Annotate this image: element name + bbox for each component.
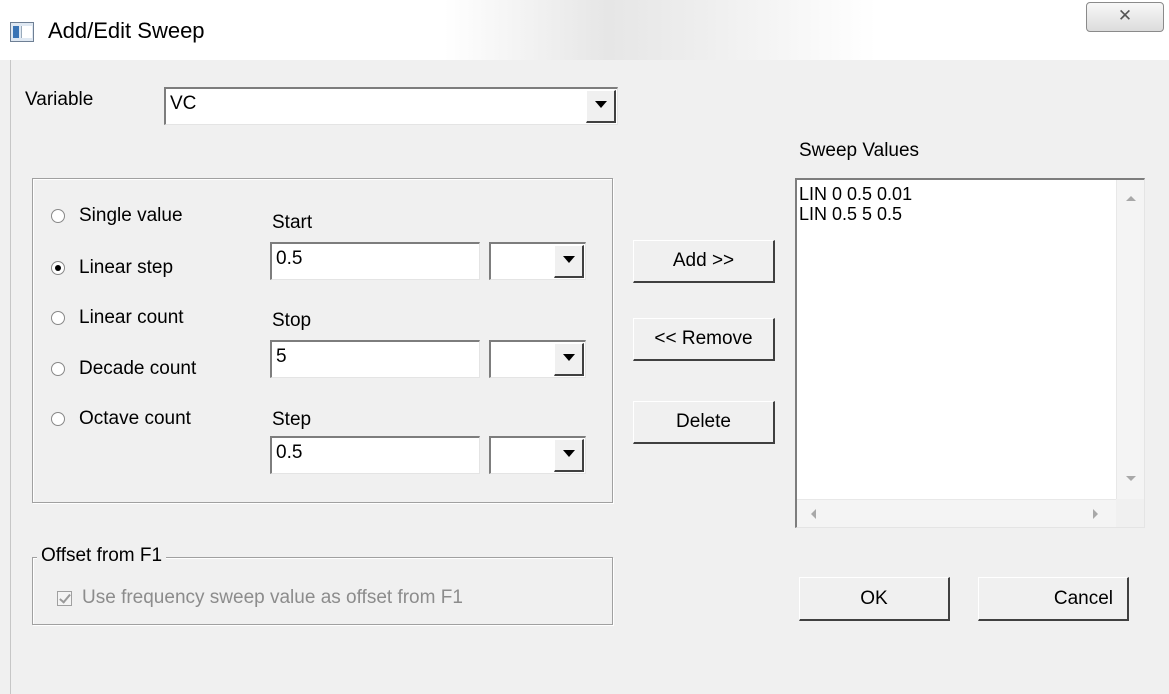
cancel-button[interactable]: Cancel — [978, 577, 1129, 621]
radio-single-value[interactable]: Single value — [51, 205, 183, 227]
radio-octave-count[interactable]: Octave count — [51, 408, 191, 430]
chevron-down-icon[interactable] — [554, 343, 584, 376]
list-item[interactable]: LIN 0 0.5 0.01 — [799, 184, 912, 204]
radio-label: Octave count — [79, 408, 191, 429]
radio-decade-count[interactable]: Decade count — [51, 358, 196, 380]
step-label: Step — [272, 409, 312, 430]
radio-linear-step[interactable]: Linear step — [51, 257, 173, 279]
start-input[interactable]: 0.5 — [270, 242, 480, 280]
radio-label: Decade count — [79, 358, 197, 379]
ok-button[interactable]: OK — [799, 577, 950, 621]
remove-button[interactable]: << Remove — [633, 318, 775, 361]
radio-label: Linear count — [79, 307, 184, 328]
stop-label: Stop — [272, 310, 312, 331]
scroll-corner — [1116, 499, 1144, 527]
sweep-values-label: Sweep Values — [799, 140, 920, 161]
chevron-down-icon[interactable] — [554, 439, 584, 472]
add-button[interactable]: Add >> — [633, 240, 775, 283]
delete-button[interactable]: Delete — [633, 401, 775, 444]
stop-unit-dropdown[interactable] — [489, 340, 586, 378]
title-bar: Add/Edit Sweep ✕ — [0, 0, 1169, 60]
window-title: Add/Edit Sweep — [48, 18, 205, 43]
radio-icon[interactable] — [51, 209, 65, 223]
stop-input[interactable]: 5 — [270, 340, 480, 378]
start-label: Start — [272, 212, 313, 233]
dialog-body: Variable VC Single value Linear step Lin… — [10, 60, 1169, 694]
checkbox-checked-icon[interactable] — [57, 590, 72, 606]
horizontal-scrollbar[interactable] — [797, 499, 1117, 527]
chevron-down-icon[interactable] — [586, 90, 616, 123]
scroll-right-icon[interactable] — [1093, 509, 1098, 519]
vertical-scrollbar[interactable] — [1116, 180, 1144, 500]
offset-group-label: Offset from F1 — [37, 545, 167, 567]
step-input[interactable]: 0.5 — [270, 436, 480, 474]
radio-icon[interactable] — [51, 311, 65, 325]
radio-linear-count[interactable]: Linear count — [51, 307, 184, 329]
radio-label: Linear step — [79, 257, 174, 278]
radio-selected-icon[interactable] — [51, 261, 65, 275]
radio-label: Single value — [79, 205, 183, 226]
offset-checkbox-label: Use frequency sweep value as offset from… — [82, 587, 463, 608]
start-unit-dropdown[interactable] — [489, 242, 586, 280]
scroll-down-icon[interactable] — [1126, 476, 1136, 481]
sweep-values-list[interactable]: LIN 0 0.5 0.01 LIN 0.5 5 0.5 — [795, 178, 1145, 528]
variable-dropdown[interactable]: VC — [164, 87, 618, 125]
step-unit-dropdown[interactable] — [489, 436, 586, 474]
scroll-up-icon[interactable] — [1126, 196, 1136, 201]
offset-checkbox-row[interactable]: Use frequency sweep value as offset from… — [57, 587, 463, 609]
list-item[interactable]: LIN 0.5 5 0.5 — [799, 204, 902, 224]
radio-icon[interactable] — [51, 362, 65, 376]
chevron-down-icon[interactable] — [554, 245, 584, 278]
app-window-icon — [10, 22, 34, 42]
close-button[interactable]: ✕ — [1086, 2, 1164, 32]
scroll-left-icon[interactable] — [811, 509, 816, 519]
variable-value: VC — [170, 93, 197, 114]
variable-label: Variable — [25, 89, 94, 110]
radio-icon[interactable] — [51, 412, 65, 426]
